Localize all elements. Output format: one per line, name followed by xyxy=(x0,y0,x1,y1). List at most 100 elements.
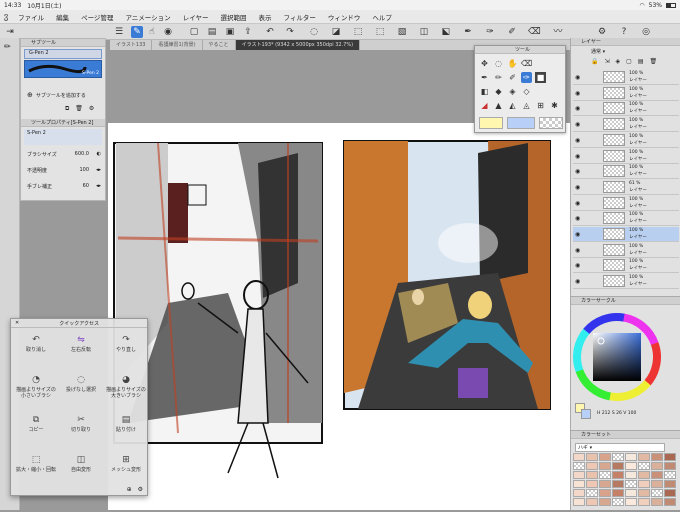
new-file-icon[interactable]: ▢ xyxy=(188,26,200,38)
close-icon[interactable]: ✕ xyxy=(15,320,19,326)
color-swatch[interactable] xyxy=(599,462,611,470)
menu-view[interactable]: 表示 xyxy=(257,12,274,22)
pen-tool-icon[interactable]: ✒ xyxy=(479,72,490,83)
color-swatch[interactable] xyxy=(573,471,585,479)
color-swatch[interactable] xyxy=(612,453,624,461)
undo-icon[interactable]: ↶ xyxy=(264,26,276,38)
blend-tool-icon[interactable]: ◧ xyxy=(479,86,490,97)
invert-selection-icon[interactable]: ▧ xyxy=(396,26,408,38)
quick-settings-icon[interactable]: ⚙ xyxy=(138,486,143,493)
layer-row[interactable]: ◉ 100 % レイヤー xyxy=(573,70,679,85)
app-logo-icon[interactable]: ჳ xyxy=(4,12,8,21)
color-swatch[interactable] xyxy=(638,498,650,506)
opacity-stepper-icon[interactable]: ◂▸ xyxy=(96,167,101,173)
color-swatch[interactable] xyxy=(651,498,663,506)
menu-help[interactable]: ヘルプ xyxy=(370,12,394,22)
settings-gear-icon[interactable]: ⚙ xyxy=(596,26,608,38)
brush-size-dial-icon[interactable]: ◐ xyxy=(97,151,101,157)
copy-subtool-icon[interactable]: ⧉ xyxy=(65,105,69,113)
pen-mode-icon[interactable]: ✎ xyxy=(131,26,143,38)
brush-toolbar-icon[interactable]: ✐ xyxy=(506,26,518,38)
color-swatch[interactable] xyxy=(573,498,585,506)
layer-row[interactable]: ◉ 100 % レイヤー xyxy=(573,86,679,101)
color-swatch[interactable] xyxy=(651,480,663,488)
eye-icon[interactable]: ◉ xyxy=(575,278,580,285)
color-swatch[interactable] xyxy=(599,453,611,461)
layer-row[interactable]: ◉ 100 % レイヤー xyxy=(573,258,679,274)
tab-background[interactable]: 看護練習1(背景) xyxy=(152,40,203,50)
color-swatch[interactable] xyxy=(573,489,585,497)
crop-icon[interactable]: ◫ xyxy=(418,26,430,38)
color-swatch[interactable] xyxy=(625,489,637,497)
move-tool-icon[interactable]: ✥ xyxy=(479,58,490,69)
menu-filter[interactable]: フィルター xyxy=(282,12,318,22)
tab-illust-193[interactable]: イラスト193* (9342 x 5000px 350dpi 32.7%) xyxy=(235,40,361,50)
tab-illust-133[interactable]: イラスト133 xyxy=(110,40,153,50)
color-swatch[interactable] xyxy=(612,462,624,470)
sub-color-swatch[interactable] xyxy=(507,117,535,129)
balloon-tool-icon[interactable]: ◭ xyxy=(507,100,518,111)
help-icon[interactable]: ? xyxy=(618,26,630,38)
layer-row[interactable]: ◉ 100 % レイヤー xyxy=(573,274,679,290)
color-swatch[interactable] xyxy=(599,471,611,479)
opacity-row[interactable]: 不透明度 100 ◂▸ xyxy=(27,167,103,174)
menu-page[interactable]: ページ管理 xyxy=(79,12,115,22)
add-subtool-button[interactable]: ⊕ サブツールを追加する xyxy=(27,91,86,99)
quick-undo-button[interactable]: ↶ 取り消し xyxy=(14,335,58,353)
layer-row[interactable]: ◉ 100 % レイヤー xyxy=(573,243,679,258)
deselect-icon[interactable]: ⬚ xyxy=(374,26,386,38)
layer-row[interactable]: ◉ 100 % レイヤー xyxy=(573,117,679,133)
color-swatch[interactable] xyxy=(586,498,598,506)
layer-row[interactable]: ◉ 100 % レイヤー xyxy=(573,227,679,242)
eye-icon[interactable]: ◉ xyxy=(575,137,580,144)
color-swatch[interactable] xyxy=(625,453,637,461)
color-wheel[interactable] xyxy=(571,309,680,409)
eraser-tool-icon[interactable]: ⌫ xyxy=(521,58,532,69)
color-swatch[interactable] xyxy=(612,471,624,479)
touch-icon[interactable]: ☝ xyxy=(146,26,158,38)
quick-brush-large-button[interactable]: ◕ 描画よりサイズの大きいブラシ xyxy=(104,375,148,399)
layer-row[interactable]: ◉ 100 % レイヤー xyxy=(573,133,679,148)
quick-brush-small-button[interactable]: ◔ 描画よりサイズの小さいブラシ xyxy=(14,375,58,399)
lock-icon[interactable]: 🔒 xyxy=(591,58,598,65)
clear-icon[interactable]: ◌ xyxy=(308,26,320,38)
quick-paste-button[interactable]: ▤ 貼り付け xyxy=(104,415,148,433)
quick-lasso-button[interactable]: ◌ 投げなし選択 xyxy=(59,375,103,393)
color-swatch[interactable] xyxy=(664,462,676,470)
frame-tool-icon[interactable]: ⊞ xyxy=(535,100,546,111)
layer-row[interactable]: ◉ 61 % レイヤー xyxy=(573,180,679,195)
color-swatch[interactable] xyxy=(586,462,598,470)
drawing-canvas[interactable] xyxy=(108,123,570,510)
fill-icon[interactable]: ◪ xyxy=(330,26,342,38)
color-swatch[interactable] xyxy=(651,462,663,470)
camera-icon[interactable]: ◉ xyxy=(162,26,174,38)
color-swatch[interactable] xyxy=(586,489,598,497)
eye-icon[interactable]: ◉ xyxy=(575,105,580,112)
quick-transform-button[interactable]: ⬚ 拡大・縮小・回転 xyxy=(14,455,58,473)
color-swatch[interactable] xyxy=(638,453,650,461)
brush-item-gpen[interactable]: G-Pen 2 xyxy=(24,49,102,59)
color-swatch[interactable] xyxy=(664,453,676,461)
color-swatch[interactable] xyxy=(664,480,676,488)
color-swatch[interactable] xyxy=(599,480,611,488)
airbrush-tool-icon[interactable]: ✑ xyxy=(521,72,532,83)
reference-icon[interactable]: ◈ xyxy=(616,58,621,65)
color-swatch[interactable] xyxy=(664,498,676,506)
menu-layer[interactable]: レイヤー xyxy=(181,12,211,22)
text-tool-icon[interactable]: ▲ xyxy=(493,100,504,111)
correction-tool-icon[interactable]: ✱ xyxy=(549,100,560,111)
color-swatch[interactable] xyxy=(586,471,598,479)
color-swatch[interactable] xyxy=(638,489,650,497)
eye-icon[interactable]: ◉ xyxy=(575,184,580,191)
layer-row[interactable]: ◉ 100 % レイヤー xyxy=(573,164,679,180)
stabilizer-icon[interactable]: 〰 xyxy=(552,26,564,38)
brush-size-row[interactable]: ブラシサイズ 600.0 ◐ xyxy=(27,151,103,158)
quick-cut-button[interactable]: ✂ 切り取り xyxy=(59,415,103,433)
layer-row[interactable]: ◉ 100 % レイヤー xyxy=(573,149,679,164)
quick-redo-button[interactable]: ↷ やり直し xyxy=(104,335,148,353)
color-swatch[interactable] xyxy=(586,453,598,461)
color-swatch[interactable] xyxy=(612,489,624,497)
eye-icon[interactable]: ◉ xyxy=(575,74,580,81)
menu-list-icon[interactable]: ☰ xyxy=(113,26,125,38)
menu-selection[interactable]: 選択範囲 xyxy=(219,12,249,22)
